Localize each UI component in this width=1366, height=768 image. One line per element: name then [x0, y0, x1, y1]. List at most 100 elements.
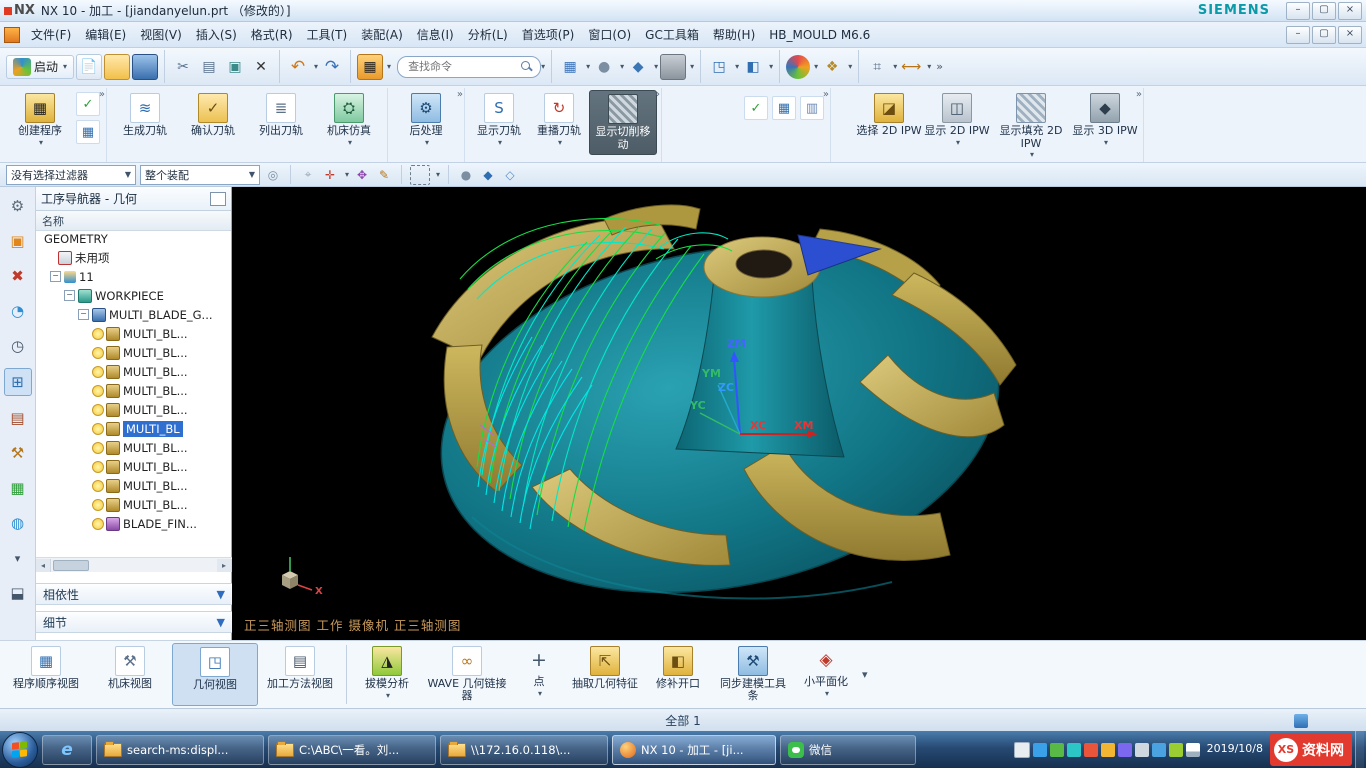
tree-row-operation[interactable]: MULTI_BL... — [36, 476, 232, 495]
program-order-view-button[interactable]: ▦ 程序顺序视图 — [4, 643, 88, 706]
assembly-navigator-icon[interactable]: ▣ — [5, 228, 31, 254]
menu-format[interactable]: 格式(R) — [244, 23, 300, 46]
chevron-down-icon[interactable]: ▾ — [814, 62, 818, 71]
collapse-icon[interactable]: − — [64, 290, 75, 301]
ie-taskbar-button[interactable]: e — [42, 735, 92, 765]
command-icon[interactable]: ▦ — [357, 54, 383, 80]
sphere-display-icon[interactable]: ● — [592, 55, 616, 79]
chevron-down-icon[interactable]: ▾ — [769, 62, 773, 71]
tree-row-operation[interactable]: MULTI_BL... — [36, 324, 232, 343]
scroll-right-icon[interactable]: ▸ — [217, 559, 232, 572]
tray-icon[interactable] — [1067, 743, 1081, 757]
chevron-down-icon[interactable]: ▾ — [620, 62, 624, 71]
show-toolpath-button[interactable]: S 显示刀轨 ▾ — [469, 90, 529, 150]
wave-linker-button[interactable]: ∞ WAVE 几何链接器 — [423, 643, 511, 706]
show-cut-motion-button[interactable]: 显示切削移动 — [589, 90, 657, 155]
machine-sim-button[interactable]: ⛭ 机床仿真 ▾ — [315, 90, 383, 150]
generate-toolpath-button[interactable]: ≋ 生成刀轨 — [111, 90, 179, 141]
list-toolpath-button[interactable]: ≣ 列出刀轨 — [247, 90, 315, 141]
menu-help[interactable]: 帮助(H) — [706, 23, 762, 46]
start-orb-button[interactable] — [2, 732, 38, 768]
replay-toolpath-button[interactable]: ↻ 重播刀轨 ▾ — [529, 90, 589, 150]
scroll-left-icon[interactable]: ◂ — [36, 559, 51, 572]
show-fill-2d-ipw-button[interactable]: 显示填充 2D IPW ▾ — [991, 90, 1071, 162]
chevron-down-icon[interactable]: ▾ — [927, 62, 931, 71]
details-section[interactable]: 细节 ▼ — [36, 611, 232, 633]
machine-view-button[interactable]: ⚒ 机床视图 — [88, 643, 172, 706]
tray-icon[interactable] — [1101, 743, 1115, 757]
collapse-icon[interactable]: − — [50, 271, 61, 282]
delete-icon[interactable]: ✕ — [249, 55, 273, 79]
close-button[interactable]: × — [1338, 2, 1362, 20]
palette-dock-icon[interactable]: ⬓ — [5, 580, 31, 606]
menu-file[interactable]: 文件(F) — [24, 23, 78, 46]
tree-row-operation[interactable]: MULTI_BL... — [36, 381, 232, 400]
name-column-header[interactable]: 名称 — [36, 211, 231, 231]
chevron-down-icon[interactable]: ▾ — [893, 62, 897, 71]
save-icon[interactable] — [132, 54, 158, 80]
background-style-icon[interactable] — [660, 54, 686, 80]
selection-scope-dropdown[interactable]: 整个装配 ▼ — [140, 165, 260, 185]
chevron-down-icon[interactable]: ▾ — [690, 62, 694, 71]
layers-small-icon[interactable]: ▥ — [800, 96, 824, 120]
search-dropdown-icon[interactable]: ▾ — [541, 62, 545, 71]
tree-row-operation[interactable]: MULTI_BL... — [36, 438, 232, 457]
tree-row-operation[interactable]: MULTI_BL... — [36, 495, 232, 514]
group-overflow-icon[interactable]: » — [654, 89, 660, 100]
tree-row-operation[interactable]: MULTI_BL... — [36, 343, 232, 362]
shaded-sphere-icon[interactable]: ● — [457, 166, 475, 184]
extract-feature-button[interactable]: ⇱ 抽取几何特征 — [567, 643, 643, 706]
group-overflow-icon[interactable]: » — [1136, 89, 1142, 100]
selection-filter-dropdown[interactable]: 没有选择过滤器 ▼ — [6, 165, 136, 185]
operation-navigator-icon[interactable]: ⊞ — [4, 368, 32, 396]
chevron-down-icon[interactable]: ▾ — [5, 545, 31, 571]
taskbar-button-network-share[interactable]: \\172.16.0.118\... — [440, 735, 608, 765]
chevron-down-icon[interactable]: ▾ — [848, 62, 852, 71]
chevron-down-icon[interactable]: ▾ — [586, 62, 590, 71]
chevron-down-icon[interactable]: ▾ — [436, 170, 440, 179]
machine-tool-navigator-icon[interactable]: ▤ — [5, 405, 31, 431]
tree-row-operation[interactable]: MULTI_BL... — [36, 400, 232, 419]
tree-row-blade-finish[interactable]: BLADE_FIN... — [36, 514, 232, 533]
snap-lines-icon[interactable]: ⌗ — [865, 55, 889, 79]
tree-row-geometry[interactable]: GEOMETRY — [36, 229, 232, 248]
tray-icon[interactable] — [1152, 743, 1166, 757]
group-overflow-icon[interactable]: » — [99, 89, 105, 100]
redo-icon[interactable]: ↷ — [320, 55, 344, 79]
undock-icon[interactable] — [210, 192, 226, 206]
orient-view-icon[interactable]: ◳ — [707, 55, 731, 79]
create-program-button[interactable]: ▦ 创建程序 ▾ — [6, 90, 74, 150]
tree-row-11[interactable]: − 11 — [36, 267, 232, 286]
command-dropdown-icon[interactable]: ▾ — [387, 62, 391, 71]
group-overflow-icon[interactable]: » — [823, 89, 829, 100]
create-geometry-icon[interactable]: ▦ — [76, 120, 100, 144]
tree-row-operation[interactable]: MULTI_BL... — [36, 457, 232, 476]
tree-row-operation-selected[interactable]: MULTI_BL — [36, 419, 232, 438]
chevron-down-icon[interactable]: ▾ — [345, 170, 349, 179]
doc-restore-button[interactable]: ▢ — [1312, 26, 1336, 44]
tray-icon[interactable] — [1118, 743, 1132, 757]
menu-view[interactable]: 视图(V) — [133, 23, 189, 46]
curve-point-icon[interactable]: ✎ — [375, 166, 393, 184]
effects-icon[interactable]: ❖ — [820, 55, 844, 79]
search-icon[interactable] — [521, 61, 533, 73]
create-operation-icon[interactable]: ✓ — [76, 92, 100, 116]
geometry-view-button[interactable]: ◳ 几何视图 — [172, 643, 258, 706]
web-browser-icon[interactable]: ◍ — [5, 510, 31, 536]
menu-analysis[interactable]: 分析(L) — [461, 23, 515, 46]
marquee-select-icon[interactable] — [410, 165, 430, 185]
method-view-button[interactable]: ▤ 加工方法视图 — [258, 643, 342, 706]
postprocess-button[interactable]: ⚙ 后处理 ▾ — [392, 90, 460, 150]
point-button[interactable]: + 点 ▾ — [511, 643, 567, 706]
workpiece-small-icon[interactable]: ▦ — [772, 96, 796, 120]
select-2d-ipw-button[interactable]: ◪ 选择 2D IPW — [855, 90, 923, 141]
menu-insert[interactable]: 插入(S) — [189, 23, 244, 46]
snap-point-icon[interactable]: ⌖ — [299, 166, 317, 184]
undo-dropdown-icon[interactable]: ▾ — [314, 62, 318, 71]
taskbar-button-search[interactable]: search-ms:displ... — [96, 735, 264, 765]
patch-opening-button[interactable]: ◧ 修补开口 — [643, 643, 713, 706]
show-desktop-button[interactable] — [1355, 731, 1364, 768]
search-input[interactable] — [397, 56, 541, 78]
verify-toolpath-button[interactable]: ✓ 确认刀轨 — [179, 90, 247, 141]
minimize-button[interactable]: – — [1286, 2, 1310, 20]
